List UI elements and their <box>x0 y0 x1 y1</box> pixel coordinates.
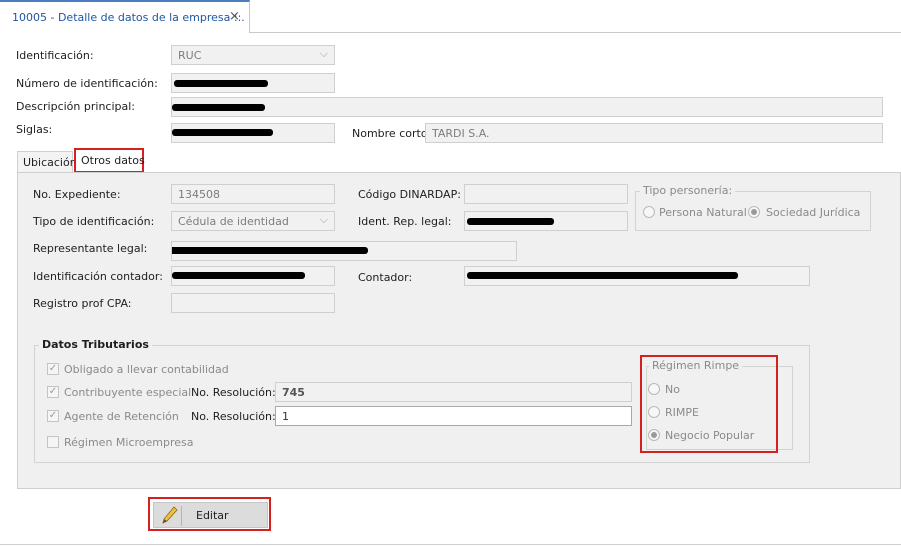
sociedad-juridica-radio[interactable] <box>748 206 760 218</box>
editar-button-highlight: Editar <box>148 497 271 531</box>
siglas-field[interactable] <box>171 123 335 143</box>
tipo-identificacion-value: Cédula de identidad <box>178 215 289 228</box>
identificacion-contador-label: Identificación contador: <box>33 270 163 283</box>
dinardap-label: Código DINARDAP: <box>358 188 461 201</box>
identificacion-value: RUC <box>178 49 202 62</box>
descripcion-label: Descripción principal: <box>16 100 136 113</box>
datos-tributarios-title: Datos Tributarios <box>39 338 152 351</box>
identificacion-contador-field[interactable] <box>171 266 335 286</box>
contador-label: Contador: <box>358 271 413 284</box>
contribuyente-label: Contribuyente especial <box>64 386 192 399</box>
nombre-corto-field[interactable]: TARDI S.A. <box>425 123 883 143</box>
contador-field[interactable] <box>464 266 810 286</box>
redaction-bar <box>467 272 738 279</box>
rimpe-no-label: No <box>665 383 680 396</box>
tipo-identificacion-label: Tipo de identificación: <box>33 215 155 228</box>
representante-label: Representante legal: <box>33 242 148 255</box>
dinardap-field[interactable] <box>464 184 628 204</box>
expediente-field[interactable]: 134508 <box>171 184 335 204</box>
numero-identificacion-label: Número de identificación: <box>16 77 158 90</box>
redaction-bar <box>172 129 273 136</box>
document-tab-title: 10005 - Detalle de datos de la empresa :… <box>12 11 245 24</box>
obligado-label: Obligado a llevar contabilidad <box>64 363 229 376</box>
tipo-personeria-title: Tipo personería: <box>640 184 736 197</box>
tab-ubicacion[interactable]: Ubicación <box>17 151 77 172</box>
agente-label: Agente de Retención <box>64 410 179 423</box>
regimen-rimpe-title: Régimen Rimpe <box>649 359 743 372</box>
tab-otros-datos[interactable]: Otros datos <box>74 148 145 173</box>
redaction-bar <box>172 247 368 254</box>
agente-checkbox[interactable]: ✓ <box>47 410 59 422</box>
redaction-bar <box>467 218 554 225</box>
resolucion-value-1: 745 <box>282 386 305 399</box>
registro-cpa-field[interactable] <box>171 293 335 313</box>
ident-rep-legal-label: Ident. Rep. legal: <box>358 215 452 228</box>
ident-rep-legal-field[interactable] <box>464 211 628 231</box>
pencil-icon <box>162 506 178 524</box>
rimpe-no-radio[interactable] <box>648 383 660 395</box>
descripcion-field[interactable] <box>171 97 883 117</box>
expediente-value: 134508 <box>178 188 220 201</box>
editar-button[interactable]: Editar <box>153 502 268 528</box>
resolucion-label-1: No. Resolución: <box>191 386 276 399</box>
resolucion-label-2: No. Resolución: <box>191 410 276 423</box>
rimpe-rimpe-label: RIMPE <box>665 406 699 419</box>
rimpe-negocio-popular-radio[interactable] <box>648 429 660 441</box>
registro-cpa-label: Registro prof CPA: <box>33 297 132 310</box>
identificacion-select[interactable]: RUC ⌵ <box>171 45 335 65</box>
chevron-down-icon: ⌵ <box>319 213 328 226</box>
redaction-bar <box>172 104 265 111</box>
resolucion-value-2: 1 <box>282 410 289 423</box>
resolucion-field-1[interactable]: 745 <box>275 382 632 402</box>
sociedad-juridica-label: Sociedad Jurídica <box>766 206 861 219</box>
microempresa-checkbox[interactable] <box>47 436 59 448</box>
rimpe-rimpe-radio[interactable] <box>648 406 660 418</box>
chevron-down-icon: ⌵ <box>319 47 328 60</box>
contribuyente-checkbox[interactable]: ✓ <box>47 386 59 398</box>
expediente-label: No. Expediente: <box>33 188 121 201</box>
nombre-corto-value: TARDI S.A. <box>432 127 490 140</box>
siglas-label: Siglas: <box>16 123 53 136</box>
redaction-bar <box>172 272 305 279</box>
identificacion-label: Identificación: <box>16 49 94 62</box>
numero-identificacion-field[interactable] <box>171 73 335 93</box>
redaction-bar <box>174 80 268 87</box>
bottom-divider <box>0 544 901 545</box>
persona-natural-radio[interactable] <box>643 206 655 218</box>
editar-button-label: Editar <box>196 509 229 522</box>
microempresa-label: Régimen Microempresa <box>64 436 194 449</box>
document-tab[interactable]: 10005 - Detalle de datos de la empresa :… <box>0 0 250 33</box>
nombre-corto-label: Nombre corto: <box>352 127 432 140</box>
rimpe-negocio-popular-label: Negocio Popular <box>665 429 755 442</box>
tipo-identificacion-select[interactable]: Cédula de identidad ⌵ <box>171 211 335 231</box>
resolucion-field-2[interactable]: 1 <box>275 406 632 426</box>
obligado-checkbox[interactable]: ✓ <box>47 363 59 375</box>
close-icon[interactable]: × <box>229 10 240 23</box>
button-separator <box>181 506 182 526</box>
representante-field[interactable] <box>171 241 517 261</box>
persona-natural-label: Persona Natural <box>659 206 747 219</box>
